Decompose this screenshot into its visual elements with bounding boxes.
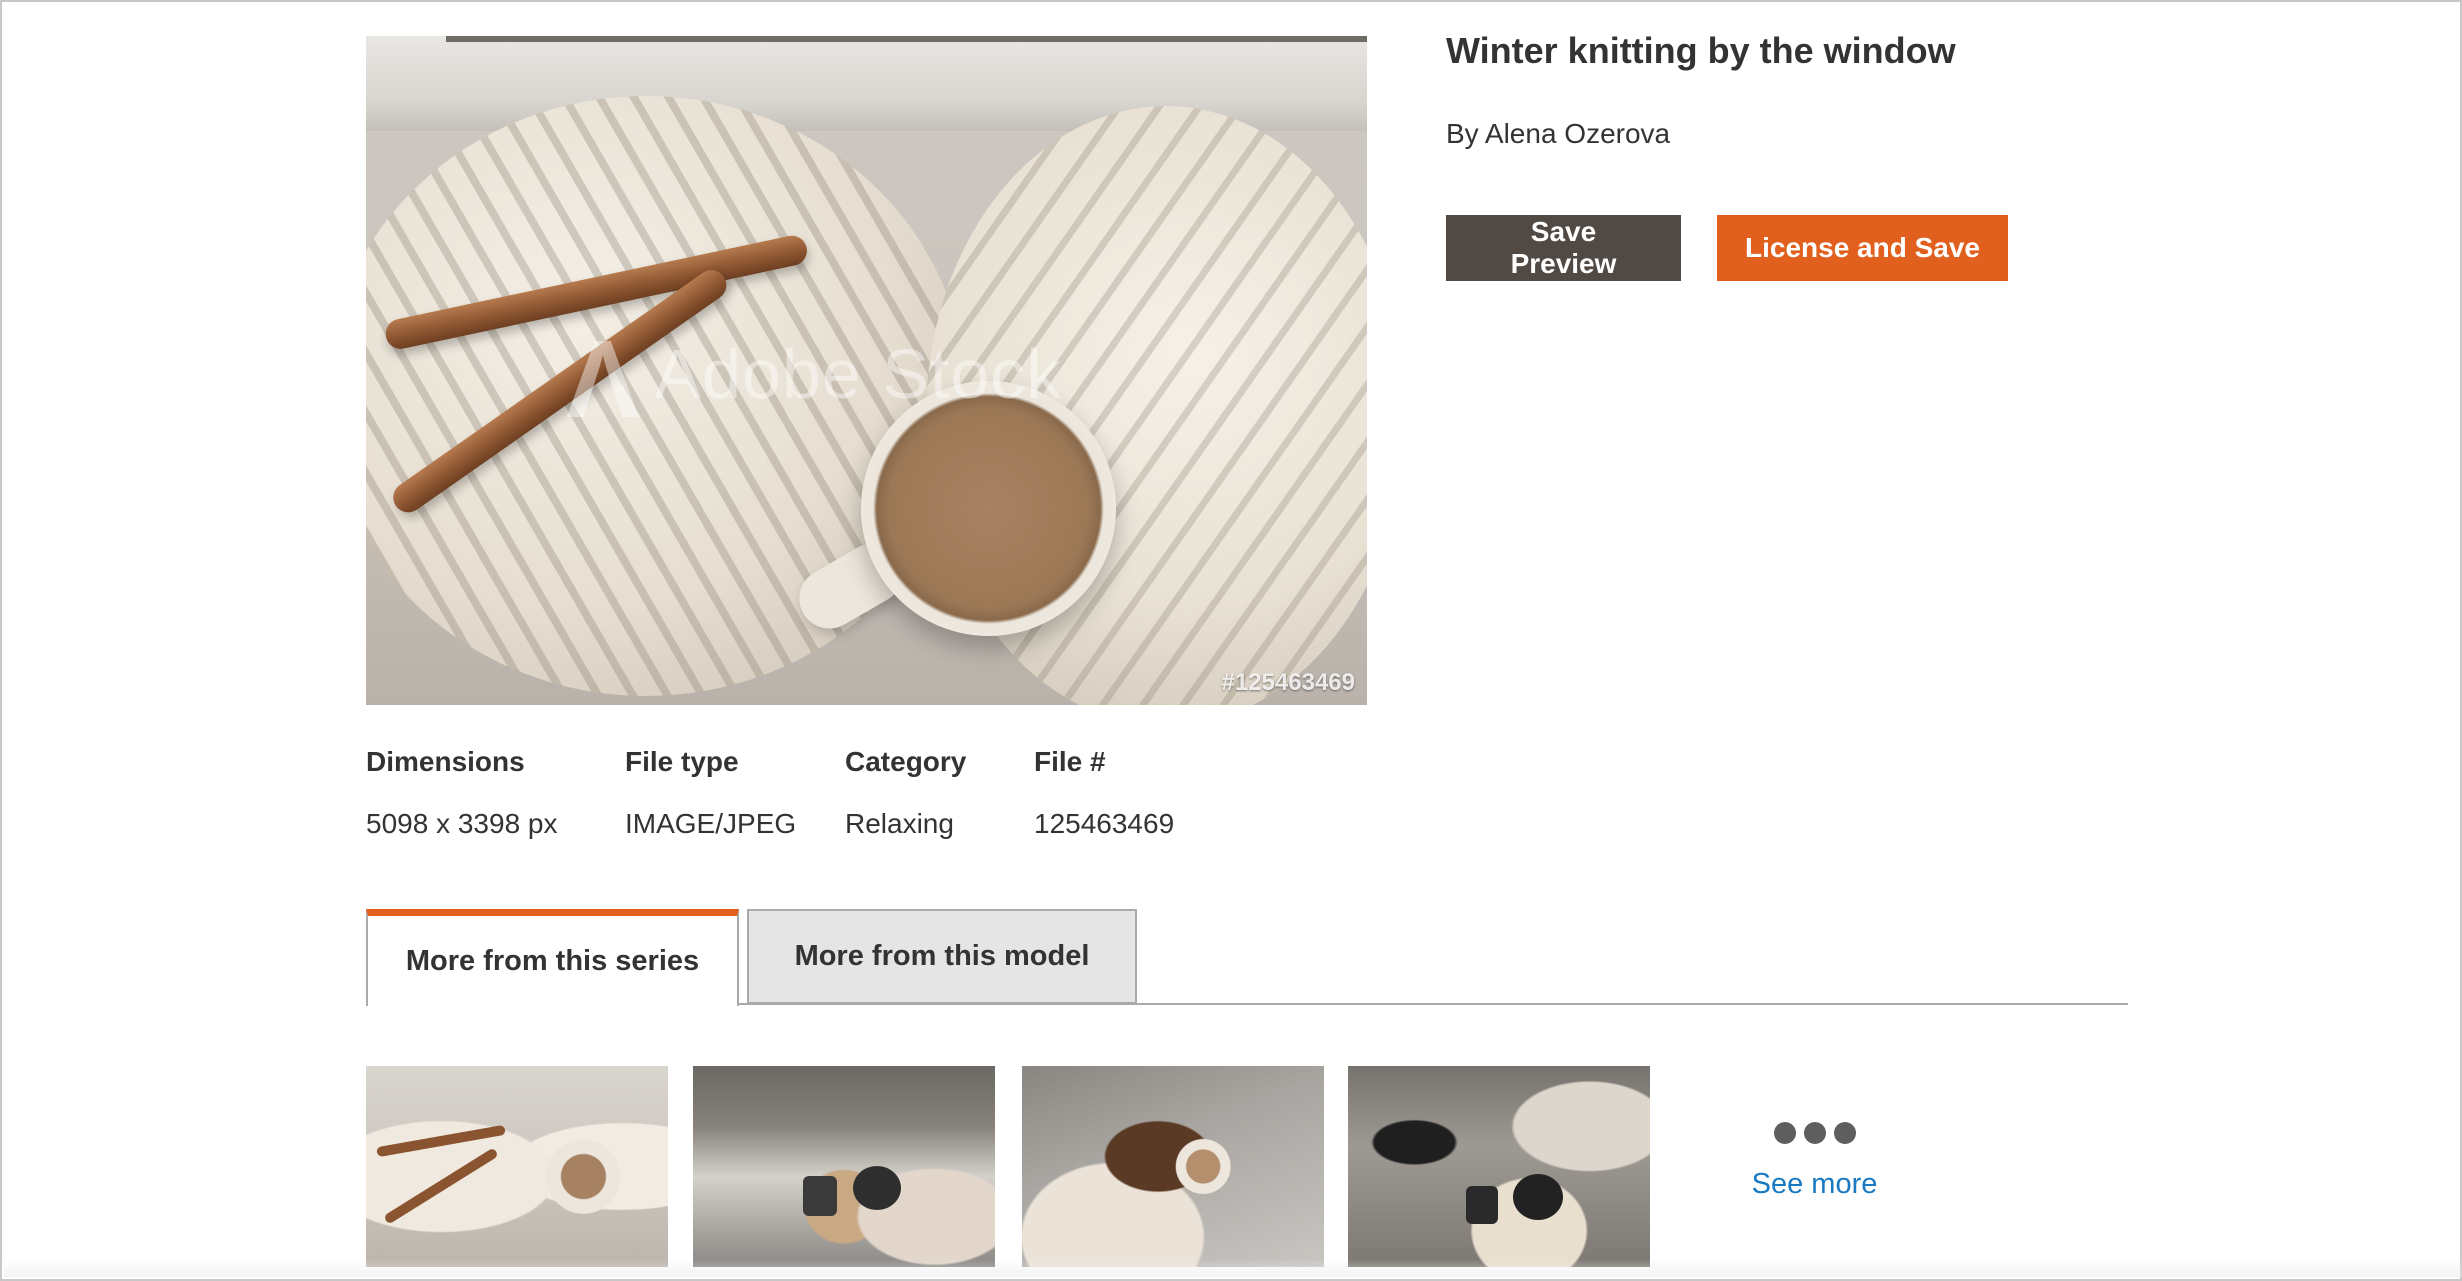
meta-dimensions: Dimensions 5098 x 3398 px [366,746,558,840]
stock-image-preview-panel: Λ Adobe Stock #125463469 Winter knitting … [0,0,2462,1281]
meta-value: IMAGE/JPEG [625,808,797,839]
adobe-logo-icon: Λ [566,318,641,441]
license-and-save-button[interactable]: License and Save [1717,215,2008,281]
adobe-stock-watermark: Λ Adobe Stock [566,316,1062,443]
meta-label: Dimensions [366,746,525,777]
related-thumbnail[interactable] [366,1066,668,1267]
main-preview-image: Λ Adobe Stock #125463469 [366,36,1367,705]
window-frame-edge [446,36,1367,42]
meta-value: 125463469 [1034,808,1175,839]
meta-label: File # [1034,746,1106,777]
related-thumbnail[interactable] [1348,1066,1650,1267]
thumb-detail [1513,1174,1563,1220]
thumb-detail [803,1176,837,1216]
related-thumbnail[interactable] [693,1066,995,1267]
dot [1803,1122,1826,1144]
image-author: By Alena Ozerova [1446,118,1671,149]
meta-label: Category [845,746,967,777]
save-preview-button[interactable]: Save Preview [1446,215,1681,281]
related-thumbnail[interactable] [1022,1066,1324,1267]
meta-value: Relaxing [845,808,954,839]
see-more-label[interactable]: See more [1742,1168,1887,1201]
dot [1773,1122,1796,1144]
meta-value: 5098 x 3398 px [366,808,558,839]
thumb-detail [853,1166,901,1210]
meta-file-number: File # 125463469 [1034,746,1174,840]
image-title: Winter knitting by the window [1446,30,1956,71]
watermark-text: Adobe Stock [654,334,1063,413]
see-more-link[interactable]: See more [1742,1122,1887,1201]
meta-label: File type [625,746,739,777]
thumb-detail [1466,1186,1498,1224]
bottom-fade [4,1259,2462,1277]
thumb-detail [383,1147,499,1225]
meta-category: Category Relaxing [845,746,966,840]
tab-more-from-series[interactable]: More from this series [366,909,739,1006]
dot [1833,1122,1856,1144]
meta-file-type: File type IMAGE/JPEG [625,746,796,840]
image-id-overlay: #125463469 [1221,669,1355,696]
more-dots-icon [1742,1122,1887,1144]
tab-more-from-model[interactable]: More from this model [747,909,1137,1004]
